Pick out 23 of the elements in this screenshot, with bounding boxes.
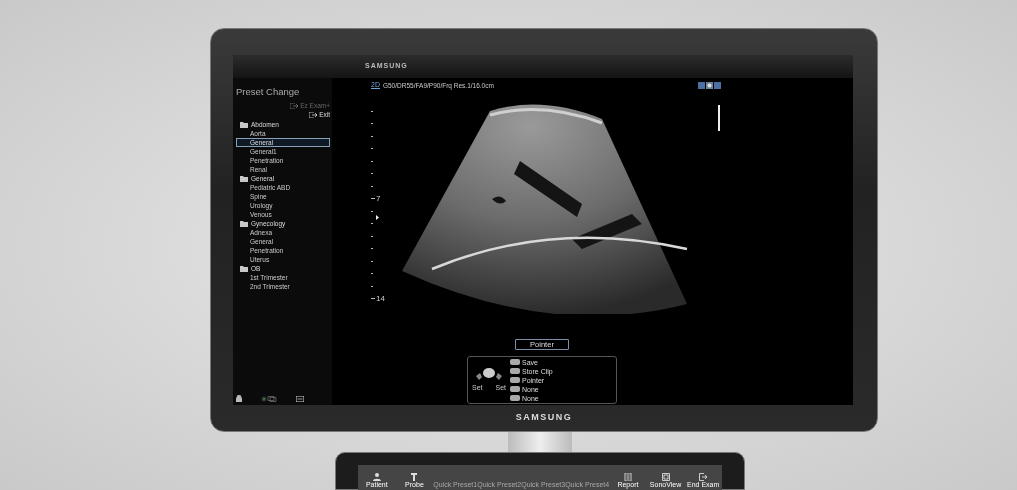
folder-icon [240, 121, 248, 128]
trackball-icon [474, 366, 504, 383]
depth-label: 14 [376, 292, 385, 305]
image-frame-icon [661, 473, 670, 481]
folder-icon [240, 265, 248, 272]
status-icons [698, 82, 722, 89]
gain-indicator [718, 105, 720, 131]
lock-icon[interactable] [236, 395, 242, 402]
network-icon[interactable] [261, 395, 277, 402]
exit-icon [290, 102, 299, 109]
document-icon [623, 473, 632, 481]
focus-marker-icon [376, 215, 379, 220]
depth-label: 7 [376, 192, 381, 205]
bezel-logo: SAMSUNG [515, 411, 573, 425]
exit-icon [699, 473, 708, 481]
exit-icon [309, 111, 318, 118]
folder-icon [240, 175, 248, 182]
id-card-icon[interactable] [296, 395, 304, 402]
folder-icon [240, 220, 248, 227]
sidebar-title: Preset Change [236, 86, 301, 98]
monitor-stand [508, 432, 572, 452]
probe-icon [410, 473, 419, 481]
person-icon [372, 473, 381, 481]
